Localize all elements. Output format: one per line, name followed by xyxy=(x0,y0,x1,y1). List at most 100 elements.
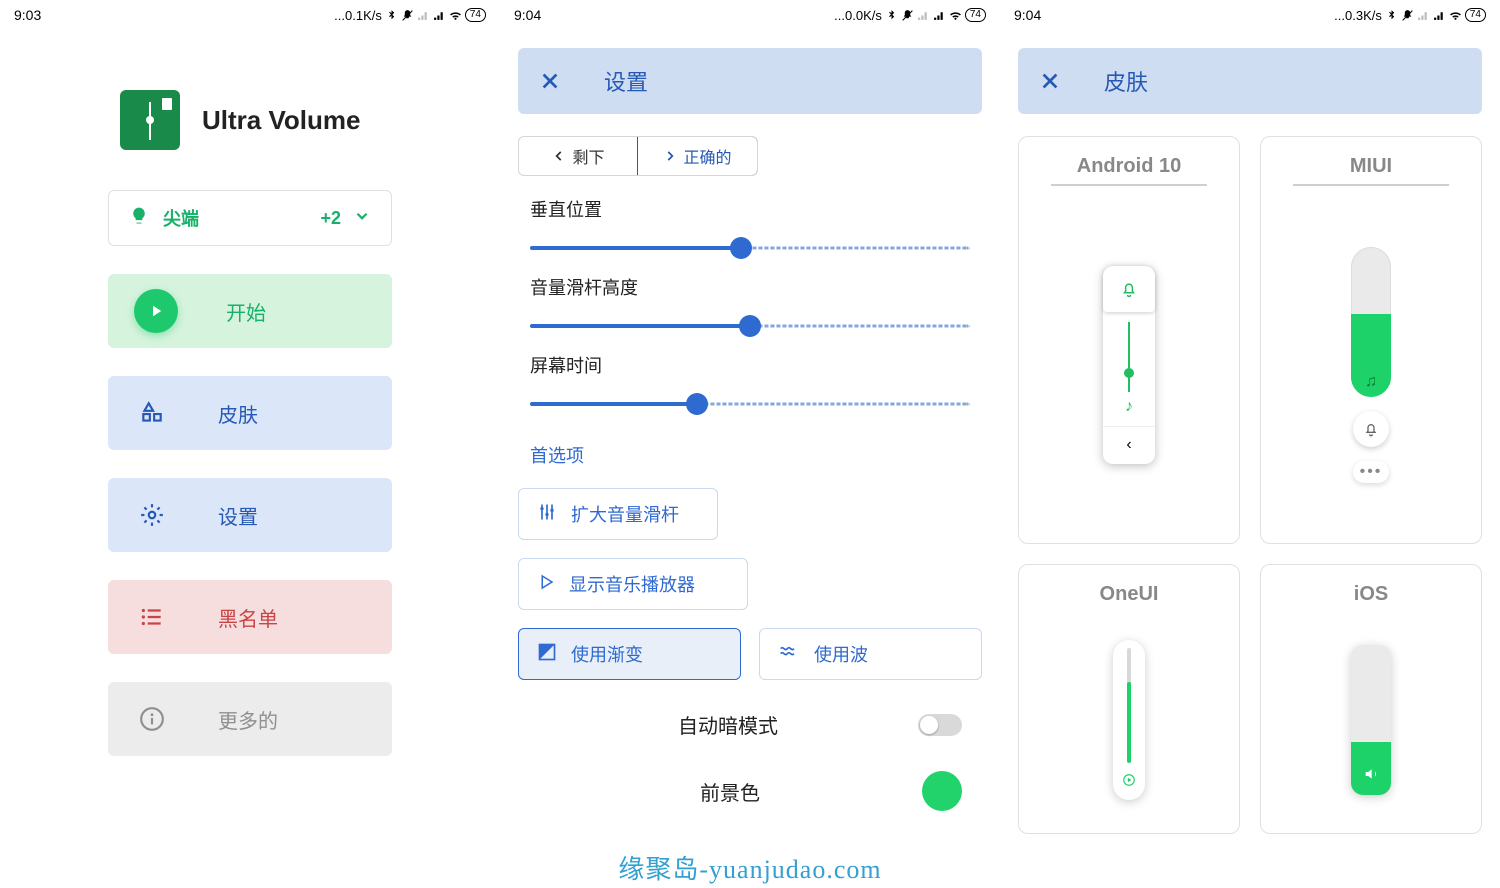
slider-label: 屏幕时间 xyxy=(530,352,970,378)
wifi-icon xyxy=(1449,9,1462,22)
skin-card-ios[interactable]: iOS xyxy=(1260,564,1482,834)
skin-name: Android 10 xyxy=(1051,155,1208,186)
close-button[interactable] xyxy=(528,59,572,103)
expand-label: 扩大音量滑杆 xyxy=(571,501,679,527)
blacklist-label: 黑名单 xyxy=(218,603,278,632)
skin-preview xyxy=(1031,612,1227,833)
auto-dark-toggle[interactable] xyxy=(918,714,962,736)
more-label: 更多的 xyxy=(218,705,278,734)
battery-indicator: 74 xyxy=(465,8,486,22)
settings-label: 设置 xyxy=(218,501,258,530)
fg-color-swatch[interactable] xyxy=(922,771,962,811)
status-net: ...0.3K/s xyxy=(1334,8,1382,23)
shapes-icon xyxy=(134,395,170,431)
mute-icon xyxy=(901,9,914,22)
tips-label: 尖端 xyxy=(163,205,199,231)
list-icon xyxy=(134,599,170,635)
app-icon xyxy=(120,90,180,150)
skin-label: 皮肤 xyxy=(218,399,258,428)
tips-card[interactable]: 尖端 +2 xyxy=(108,190,392,246)
auto-dark-row: 自动暗模式 xyxy=(500,698,1000,757)
wifi-icon xyxy=(949,9,962,22)
play-icon xyxy=(1122,773,1136,792)
skin-name: iOS xyxy=(1354,583,1388,606)
use-wave-button[interactable]: 使用波 xyxy=(759,628,982,680)
info-icon xyxy=(134,701,170,737)
skin-card-oneui[interactable]: OneUI xyxy=(1018,564,1240,834)
signal-icon xyxy=(417,9,430,22)
wave-icon xyxy=(778,642,800,667)
play-icon xyxy=(134,289,178,333)
status-time: 9:04 xyxy=(514,7,541,23)
slider[interactable] xyxy=(530,236,970,260)
slider[interactable] xyxy=(530,392,970,416)
gear-icon xyxy=(134,497,170,533)
fg-color-row: 前景色 xyxy=(500,757,1000,825)
status-bar: 9:04 ...0.3K/s 74 xyxy=(1000,0,1500,30)
settings-topbar: 设置 xyxy=(518,48,982,114)
app-title: Ultra Volume xyxy=(202,105,360,136)
skins-title: 皮肤 xyxy=(1072,65,1472,97)
auto-dark-label: 自动暗模式 xyxy=(538,710,918,739)
bell-icon xyxy=(1103,266,1155,312)
screen-main: 9:03 ...0.1K/s 74 Ultra Volume 尖端 xyxy=(0,0,500,888)
skin-card-miui[interactable]: MIUI ♫ ••• xyxy=(1260,136,1482,544)
blacklist-button[interactable]: 黑名单 xyxy=(108,580,392,654)
status-bar: 9:04 ...0.0K/s 74 xyxy=(500,0,1000,30)
seg-left-label: 剩下 xyxy=(572,144,604,168)
mute-icon xyxy=(1401,9,1414,22)
skin-name: MIUI xyxy=(1293,155,1450,186)
more-button[interactable]: 更多的 xyxy=(108,682,392,756)
screen-skins: 9:04 ...0.3K/s 74 皮肤 Android 10 xyxy=(1000,0,1500,888)
battery-indicator: 74 xyxy=(965,8,986,22)
chevron-down-icon xyxy=(353,207,371,230)
speaker-icon xyxy=(1351,766,1391,787)
signal-icon xyxy=(1433,9,1446,22)
slider-label: 音量滑杆高度 xyxy=(530,274,970,300)
start-button[interactable]: 开始 xyxy=(108,274,392,348)
mute-icon xyxy=(401,9,414,22)
skin-name: OneUI xyxy=(1100,583,1159,606)
screen-settings: 9:04 ...0.0K/s 74 设置 剩下 xyxy=(500,0,1000,888)
skin-preview: ♫ ••• xyxy=(1273,192,1469,543)
slider-label: 垂直位置 xyxy=(530,196,970,222)
skin-button[interactable]: 皮肤 xyxy=(108,376,392,450)
sliders-icon xyxy=(537,502,557,527)
fg-color-label: 前景色 xyxy=(538,777,922,806)
bluetooth-icon xyxy=(385,9,398,22)
seg-right[interactable]: 正确的 xyxy=(637,136,758,176)
play-icon xyxy=(537,573,555,596)
seg-left[interactable]: 剩下 xyxy=(519,137,638,175)
slider[interactable] xyxy=(530,314,970,338)
battery-indicator: 74 xyxy=(1465,8,1486,22)
status-time: 9:04 xyxy=(1014,7,1041,23)
signal-icon xyxy=(433,9,446,22)
seg-right-label: 正确的 xyxy=(683,144,731,168)
chevron-left-icon xyxy=(552,149,566,163)
signal-icon xyxy=(917,9,930,22)
player-label: 显示音乐播放器 xyxy=(569,571,695,597)
wave-label: 使用波 xyxy=(814,641,868,667)
gradient-icon xyxy=(537,642,557,667)
more-icon: ••• xyxy=(1353,461,1389,483)
watermark: 缘聚岛-yuanjudao.com xyxy=(618,849,881,886)
expand-sliders-button[interactable]: 扩大音量滑杆 xyxy=(518,488,718,540)
bluetooth-icon xyxy=(1385,9,1398,22)
gradient-label: 使用渐变 xyxy=(571,641,643,667)
skin-preview: ♪ ‹ xyxy=(1031,192,1227,543)
skin-card-android10[interactable]: Android 10 ♪ ‹ xyxy=(1018,136,1240,544)
app-header: Ultra Volume xyxy=(0,30,500,190)
settings-button[interactable]: 设置 xyxy=(108,478,392,552)
settings-title: 设置 xyxy=(572,65,972,97)
skins-topbar: 皮肤 xyxy=(1018,48,1482,114)
music-note-icon: ♫ xyxy=(1351,373,1391,391)
show-player-button[interactable]: 显示音乐播放器 xyxy=(518,558,748,610)
slider-timeout: 屏幕时间 xyxy=(500,352,1000,430)
position-segmented[interactable]: 剩下 正确的 xyxy=(518,136,758,176)
signal-icon xyxy=(933,9,946,22)
prefs-header: 首选项 xyxy=(500,430,1000,488)
use-gradient-button[interactable]: 使用渐变 xyxy=(518,628,741,680)
status-bar: 9:03 ...0.1K/s 74 xyxy=(0,0,500,30)
bell-icon xyxy=(1353,411,1389,447)
close-button[interactable] xyxy=(1028,59,1072,103)
